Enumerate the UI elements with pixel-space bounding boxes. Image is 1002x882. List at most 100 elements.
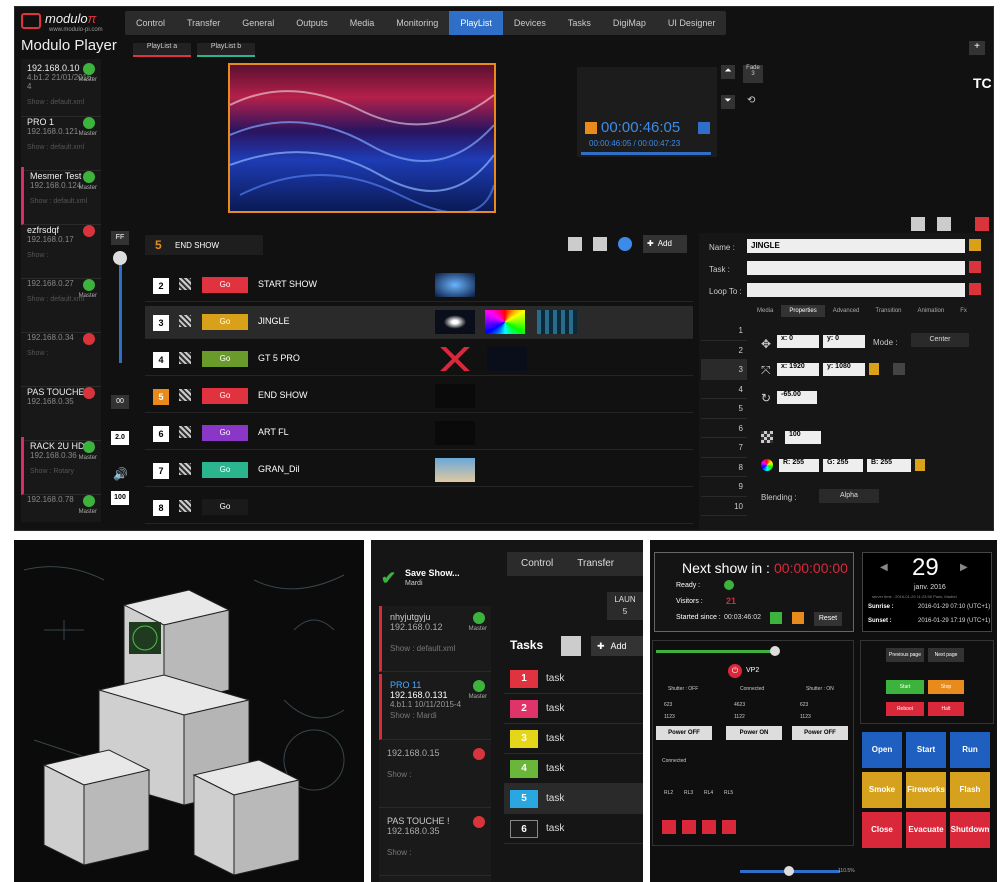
width-field[interactable]: x: 1920 — [777, 363, 819, 376]
layer-item[interactable]: 7 — [701, 438, 747, 458]
cue-row[interactable]: 3 Go JINGLE — [145, 306, 693, 339]
name-color-swatch[interactable] — [969, 239, 981, 251]
task-field[interactable] — [747, 261, 965, 275]
cue-flag-icon[interactable] — [179, 278, 191, 290]
b-field[interactable]: B: 255 — [867, 459, 911, 472]
cue-flag-icon[interactable] — [179, 463, 191, 475]
tasks-media-icon[interactable] — [561, 636, 581, 656]
top-button[interactable]: ⏶ — [721, 65, 735, 79]
halt-button[interactable]: Halt — [928, 702, 964, 716]
cue-thumbnail[interactable] — [435, 310, 475, 334]
power-off-button-2[interactable]: Power OFF — [792, 726, 848, 740]
power-icon[interactable]: ⏻ — [728, 664, 742, 678]
server-item[interactable]: 192.168.0.78 Master — [21, 491, 101, 530]
globe-icon[interactable] — [618, 237, 632, 251]
opacity-field[interactable]: 100 — [785, 431, 821, 444]
previous-page-button[interactable]: Previous page — [886, 648, 924, 662]
p2-server-item[interactable]: PRO 11 192.168.0.131 4.b1.1 10/11/2015-4 Sh… — [379, 674, 491, 740]
calendar-next[interactable]: ▶ — [960, 562, 968, 573]
cue-thumbnail[interactable] — [435, 421, 475, 445]
tab-control[interactable]: Control — [507, 552, 567, 576]
server-item[interactable]: PRO 1 192.168.0.121 Show : default.xml Mast… — [21, 113, 101, 171]
layer-item[interactable]: 6 — [701, 419, 747, 438]
server-item[interactable]: Mesmer Test 192.168.0.124 Show : default.x… — [21, 167, 101, 225]
go-button[interactable]: Go — [202, 277, 248, 293]
action-tile-flash[interactable]: Flash — [950, 772, 990, 808]
nav-tab-outputs[interactable]: Outputs — [285, 11, 339, 35]
layer-item[interactable]: 4 — [701, 380, 747, 399]
layer-item[interactable]: 10 — [701, 497, 747, 516]
go-button[interactable]: Go — [202, 499, 248, 515]
nav-tab-transfer[interactable]: Transfer — [176, 11, 231, 35]
server-item[interactable]: 192.168.0.10 4.b1.2 21/01/2016-4 Show : de… — [21, 59, 101, 117]
r-field[interactable]: R: 255 — [779, 459, 819, 472]
cue-thumbnail[interactable] — [435, 384, 475, 408]
prop-tab-properties[interactable]: Properties — [781, 305, 825, 317]
action-tile-run[interactable]: Run — [950, 732, 990, 768]
nav-tab-media[interactable]: Media — [339, 11, 386, 35]
nav-tab-playlist[interactable]: PlayList — [449, 11, 503, 35]
prop-tab-fx[interactable]: Fx — [952, 305, 975, 317]
projector-slider-knob[interactable] — [770, 646, 780, 656]
cue-thumbnail[interactable] — [435, 458, 475, 482]
p2-server-item[interactable]: PAS TOUCHE ! 192.168.0.35 Show : — [379, 810, 491, 876]
clear-loop-button[interactable] — [969, 283, 981, 295]
ff-button[interactable]: FF — [111, 231, 129, 245]
fade-button[interactable]: Fade 3 — [743, 65, 763, 83]
cue-thumbnail[interactable] — [435, 347, 475, 371]
nav-tab-general[interactable]: General — [231, 11, 285, 35]
cue-flag-icon[interactable] — [179, 352, 191, 364]
nav-tab-digimap[interactable]: DigiMap — [602, 11, 657, 35]
reset-button[interactable]: Reset — [814, 612, 842, 626]
cue-row[interactable]: 7 Go GRAN_Dil — [145, 454, 693, 487]
launch-button[interactable]: LAUN 5 — [607, 592, 643, 620]
cue-flag-icon[interactable] — [179, 389, 191, 401]
zoom-slider-knob[interactable] — [784, 866, 794, 876]
action-tile-close[interactable]: Close — [862, 812, 902, 848]
action-tile-fireworks[interactable]: Fireworks — [906, 772, 946, 808]
server-item[interactable]: RACK 2U HDMI 192.168.0.36 Show : Rotary Mas… — [21, 437, 101, 495]
blending-select[interactable]: Alpha — [819, 489, 879, 503]
cue-thumbnail[interactable] — [485, 310, 525, 334]
mode-select[interactable]: Center — [911, 333, 969, 347]
volume-field[interactable]: 100 — [111, 491, 129, 505]
play-button[interactable] — [770, 612, 782, 624]
add-cue-button[interactable]: ✚ Add — [643, 235, 687, 253]
ratio-field[interactable]: 2.0 — [111, 431, 129, 445]
layer-item[interactable]: 2 — [701, 341, 747, 360]
g-field[interactable]: G: 255 — [823, 459, 863, 472]
task-row[interactable]: 1 task — [504, 664, 643, 694]
server-item[interactable]: ezfrsdqf 192.168.0.17 Show : — [21, 221, 101, 279]
cue-row[interactable]: 2 Go START SHOW — [145, 269, 693, 302]
relay-button-4[interactable] — [722, 820, 736, 834]
color-lock-icon[interactable] — [915, 459, 925, 471]
action-tile-open[interactable]: Open — [862, 732, 902, 768]
start-button[interactable]: Start — [886, 680, 924, 694]
oo-button[interactable]: 00 — [111, 395, 129, 409]
go-button[interactable]: Go — [202, 314, 248, 330]
rotation-field[interactable]: -65.00 — [777, 391, 817, 404]
cue-flag-icon[interactable] — [179, 426, 191, 438]
cue-row[interactable]: 5 Go END SHOW — [145, 380, 693, 413]
progress-bar[interactable] — [581, 152, 711, 155]
loop-field[interactable] — [747, 283, 965, 297]
p2-server-item[interactable]: 192.168.0.15 Show : — [379, 742, 491, 808]
cue-thumbnail[interactable] — [435, 273, 475, 297]
cue-thumbnail[interactable] — [537, 310, 577, 334]
task-row[interactable]: 3 task — [504, 724, 643, 754]
server-item[interactable]: 192.168.0.27 Show : default.xml Master — [21, 275, 101, 333]
action-tile-smoke[interactable]: Smoke — [862, 772, 902, 808]
delete-button[interactable] — [975, 217, 989, 231]
tab-transfer[interactable]: Transfer — [567, 552, 624, 576]
layer-item[interactable]: 5 — [701, 399, 747, 419]
nav-tab-control[interactable]: Control — [125, 11, 176, 35]
copy-icon[interactable] — [593, 237, 607, 251]
lock-icon[interactable] — [869, 363, 879, 375]
task-row[interactable]: 6 task — [504, 814, 643, 844]
go-button[interactable]: Go — [202, 351, 248, 367]
layer-item[interactable]: 8 — [701, 458, 747, 477]
fit-button[interactable] — [893, 363, 905, 375]
cue-thumbnail[interactable] — [487, 347, 527, 371]
cue-flag-icon[interactable] — [179, 500, 191, 512]
eject-button[interactable] — [698, 122, 710, 134]
